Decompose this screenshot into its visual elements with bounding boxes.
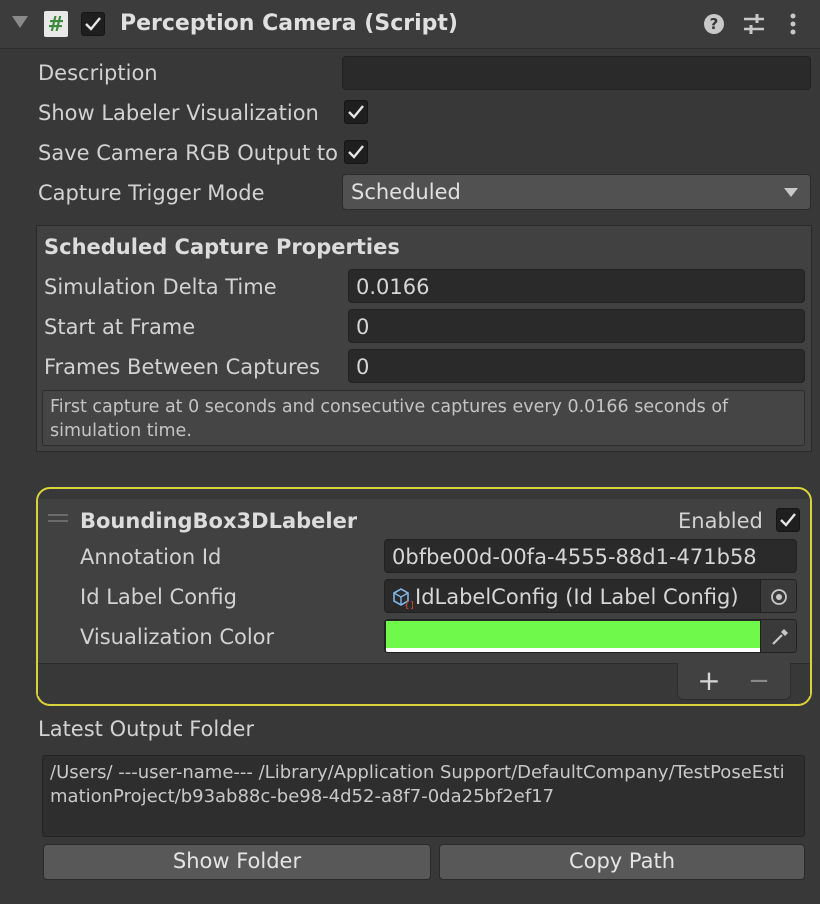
labeler-enabled-checkbox[interactable] <box>776 508 800 532</box>
chevron-down-icon <box>784 188 798 197</box>
component-enabled-checkbox[interactable] <box>81 12 105 36</box>
description-label: Description <box>38 61 158 85</box>
eyedropper-button[interactable] <box>760 620 796 652</box>
scheduled-title: Scheduled Capture Properties <box>44 235 400 259</box>
remove-labeler-button[interactable]: − <box>742 664 776 698</box>
start-frame-field[interactable]: 0 <box>348 309 805 343</box>
show-labeler-checkbox[interactable] <box>344 100 368 124</box>
object-picker-button[interactable] <box>760 580 796 612</box>
start-frame-label: Start at Frame <box>44 315 196 339</box>
annotation-id-label: Annotation Id <box>80 545 222 569</box>
checkmark-icon <box>348 145 364 159</box>
show-folder-button[interactable]: Show Folder <box>43 844 431 880</box>
more-icon[interactable] <box>788 12 798 36</box>
delta-time-field[interactable]: 0.0166 <box>348 269 805 303</box>
labeler-name: BoundingBox3DLabeler <box>80 509 358 533</box>
delta-time-label: Simulation Delta Time <box>44 275 277 299</box>
script-icon: # <box>44 11 68 37</box>
description-field[interactable] <box>342 56 811 90</box>
output-path-text: /Users/ ---user-name--- /Library/Applica… <box>50 762 785 807</box>
capture-info-text: First capture at 0 seconds and consecuti… <box>50 397 729 441</box>
svg-text:{}: {} <box>404 601 413 609</box>
drag-handle-icon[interactable] <box>47 513 69 523</box>
save-rgb-checkbox[interactable] <box>344 140 368 164</box>
frames-between-label: Frames Between Captures <box>44 355 321 379</box>
annotation-id-field[interactable]: 0bfbe00d-00fa-4555-88d1-471b58 <box>384 539 797 573</box>
checkmark-icon <box>85 17 101 31</box>
add-labeler-button[interactable]: + <box>692 664 726 698</box>
capture-info-box: First capture at 0 seconds and consecuti… <box>42 390 805 446</box>
id-label-config-field[interactable]: {} IdLabelConfig (Id Label Config) <box>384 579 797 613</box>
labeler-enabled-label: Enabled <box>678 509 763 533</box>
show-labeler-label: Show Labeler Visualization <box>38 101 319 125</box>
id-label-config-label: Id Label Config <box>80 585 237 609</box>
id-label-config-value: IdLabelConfig (Id Label Config) <box>415 585 739 609</box>
checkmark-icon <box>780 513 796 527</box>
trigger-mode-label: Capture Trigger Mode <box>38 181 265 205</box>
output-folder-label: Latest Output Folder <box>38 717 255 741</box>
foldout-arrow-icon[interactable] <box>12 16 28 28</box>
copy-path-button[interactable]: Copy Path <box>439 844 805 880</box>
viz-color-label: Visualization Color <box>80 625 275 649</box>
eyedropper-icon <box>772 629 788 645</box>
viz-color-field[interactable] <box>384 619 797 653</box>
presets-icon[interactable] <box>742 13 766 35</box>
help-icon[interactable]: ? <box>704 14 724 34</box>
trigger-mode-dropdown[interactable]: Scheduled <box>342 174 811 210</box>
output-path-box: /Users/ ---user-name--- /Library/Applica… <box>42 755 805 837</box>
target-icon <box>771 589 787 605</box>
label-config-asset-icon: {} <box>393 588 413 609</box>
component-title: Perception Camera (Script) <box>120 11 458 36</box>
color-swatch <box>386 621 760 648</box>
color-alpha-bar <box>386 648 760 652</box>
frames-between-field[interactable]: 0 <box>348 349 805 383</box>
checkmark-icon <box>348 105 364 119</box>
trigger-mode-value: Scheduled <box>351 180 461 204</box>
save-rgb-label: Save Camera RGB Output to Disk <box>38 141 340 165</box>
